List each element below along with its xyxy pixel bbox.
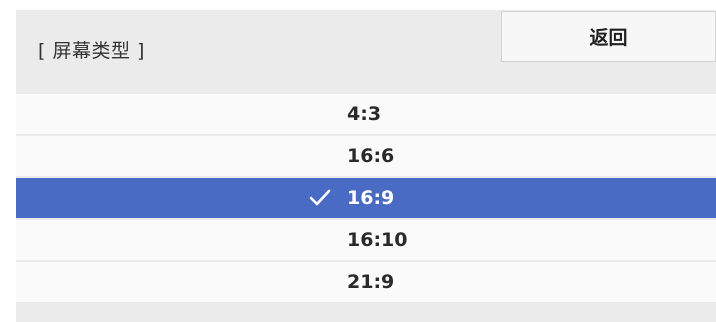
option-label: 4:3 bbox=[347, 103, 382, 125]
menu-header: [ 屏幕类型 ] 返回 bbox=[16, 10, 716, 94]
option-21-9[interactable]: 21:9 bbox=[16, 262, 716, 302]
option-16-6[interactable]: 16:6 bbox=[16, 136, 716, 176]
option-label: 16:6 bbox=[347, 145, 395, 167]
back-button[interactable]: 返回 bbox=[501, 11, 716, 62]
screen-type-menu: [ 屏幕类型 ] 返回 4:3 16:6 16:9 16:10 21:9 bbox=[16, 10, 716, 322]
check-icon bbox=[309, 189, 331, 206]
option-16-10[interactable]: 16:10 bbox=[16, 220, 716, 260]
option-4-3[interactable]: 4:3 bbox=[16, 94, 716, 134]
option-label: 16:10 bbox=[347, 229, 408, 251]
option-label: 16:9 bbox=[347, 187, 395, 209]
option-label: 21:9 bbox=[347, 271, 395, 293]
option-16-9[interactable]: 16:9 bbox=[16, 178, 716, 218]
option-list: 4:3 16:6 16:9 16:10 21:9 bbox=[16, 94, 716, 304]
menu-title: [ 屏幕类型 ] bbox=[38, 40, 145, 62]
